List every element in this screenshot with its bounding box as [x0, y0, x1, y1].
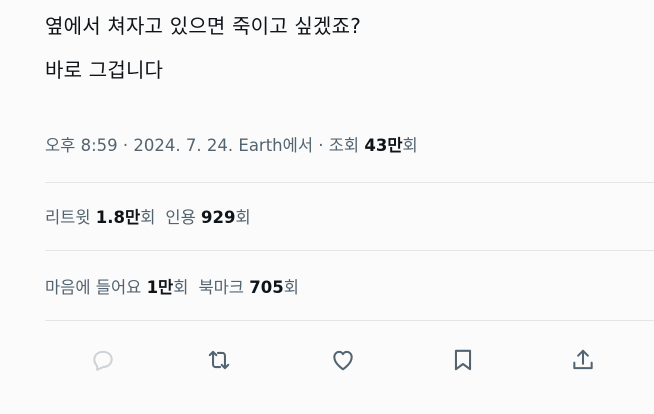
quotes-suffix: 회: [235, 208, 251, 227]
tweet-metadata: 오후 8:59 · 2024. 7. 24. Earth에서 · 조회 43만회: [45, 132, 418, 156]
reply-button[interactable]: [81, 338, 125, 382]
bookmarks-count: 705: [249, 278, 284, 297]
quotes-label: 인용: [165, 208, 202, 227]
divider: [45, 250, 654, 251]
separator: ·: [117, 136, 134, 155]
retweet-button[interactable]: [197, 338, 241, 382]
retweet-icon: [208, 350, 230, 370]
quotes-stat[interactable]: 인용 929회: [165, 208, 250, 227]
tweet-date[interactable]: 2024. 7. 24.: [133, 136, 233, 155]
bookmarks-stat[interactable]: 북마크 705회: [198, 278, 298, 297]
bookmark-icon: [454, 349, 472, 371]
share-icon: [573, 349, 593, 370]
tweet-text: 옆에서 쳐자고 있으면 죽이고 싶겠죠? 바로 그겁니다: [45, 4, 361, 92]
likes-label: 마음에 들어요: [45, 278, 147, 297]
separator: ·: [313, 136, 329, 155]
like-button[interactable]: [321, 338, 365, 382]
likes-suffix: 회: [173, 278, 189, 297]
divider: [45, 182, 654, 183]
bookmark-button[interactable]: [441, 338, 485, 382]
engagement-row-2: 마음에 들어요 1만회 북마크 705회: [45, 274, 299, 298]
divider: [45, 320, 654, 321]
bookmarks-suffix: 회: [283, 278, 299, 297]
retweets-stat[interactable]: 리트윗 1.8만회: [45, 208, 155, 227]
reply-icon: [93, 350, 113, 371]
tweet-source: Earth에서: [238, 136, 313, 155]
bookmarks-label: 북마크: [198, 278, 250, 297]
retweets-suffix: 회: [140, 208, 156, 227]
views-suffix: 회: [402, 136, 418, 155]
tweet-time[interactable]: 오후 8:59: [45, 136, 118, 155]
views-label: 조회: [328, 136, 365, 155]
heart-icon: [333, 350, 353, 371]
likes-count: 1만: [146, 278, 174, 297]
action-bar: [45, 338, 615, 382]
retweets-label: 리트윗: [45, 208, 96, 227]
likes-stat[interactable]: 마음에 들어요 1만회: [45, 278, 188, 297]
tweet-line-1: 옆에서 쳐자고 있으면 죽이고 싶겠죠?: [45, 14, 362, 38]
engagement-row-1: 리트윗 1.8만회 인용 929회: [45, 204, 251, 228]
tweet-line-2: 바로 그겁니다: [45, 58, 164, 82]
retweets-count: 1.8만: [95, 208, 141, 227]
quotes-count: 929: [201, 208, 236, 227]
views-count: 43만: [364, 136, 403, 155]
share-button[interactable]: [561, 338, 605, 382]
